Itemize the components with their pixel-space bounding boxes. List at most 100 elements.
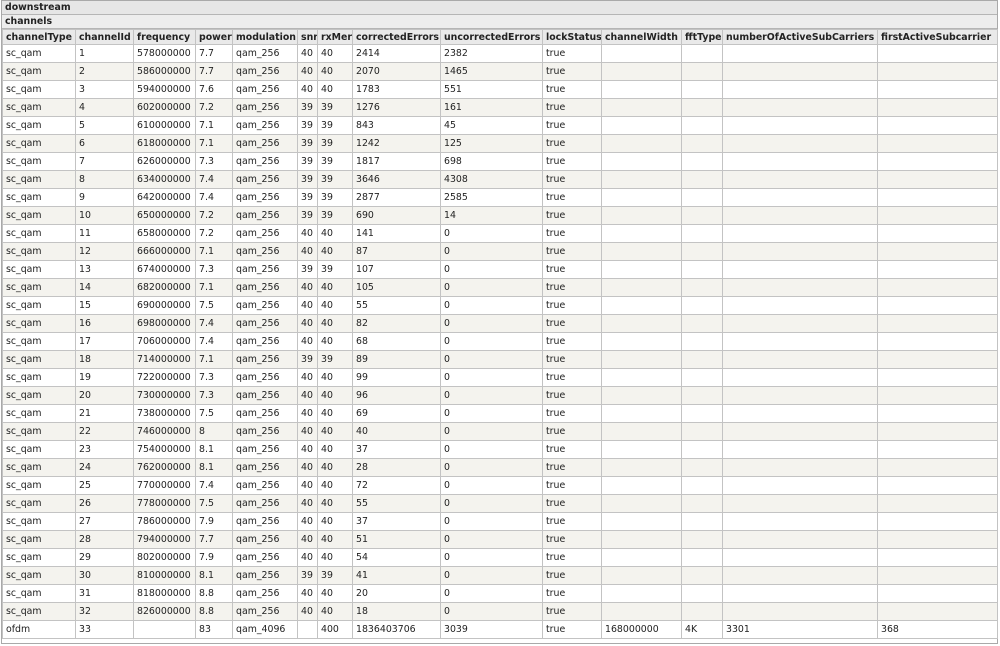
cell-firstActiveSubcarrier <box>877 80 998 99</box>
cell-modulation: qam_256 <box>232 512 298 531</box>
cell-channelType: sc_qam <box>2 62 76 81</box>
table-row[interactable]: sc_qam 25 770000000 7.4 qam_256 40 40 72 0 true <box>2 476 998 495</box>
table-row[interactable]: sc_qam 19 722000000 7.3 qam_256 40 40 99 0 true <box>2 368 998 387</box>
table-row[interactable]: sc_qam 30 810000000 8.1 qam_256 39 39 41 0 true <box>2 566 998 585</box>
table-row[interactable]: sc_qam 8 634000000 7.4 qam_256 39 39 3646 4308 tr… <box>2 170 998 189</box>
table-row[interactable]: sc_qam 22 746000000 8 qam_256 40 40 40 0 true <box>2 422 998 441</box>
col-header-modulation[interactable]: modulation <box>232 29 298 45</box>
col-header-correctedErrors[interactable]: correctedErrors <box>352 29 441 45</box>
table-row[interactable]: sc_qam 21 738000000 7.5 qam_256 40 40 69 0 true <box>2 404 998 423</box>
cell-modulation: qam_256 <box>232 332 298 351</box>
col-header-power[interactable]: power <box>195 29 233 45</box>
table-row[interactable]: sc_qam 4 602000000 7.2 qam_256 39 39 1276 161 tru… <box>2 98 998 117</box>
cell-channelType: sc_qam <box>2 296 76 315</box>
table-row[interactable]: sc_qam 18 714000000 7.1 qam_256 39 39 89 0 true <box>2 350 998 369</box>
table-row[interactable]: sc_qam 26 778000000 7.5 qam_256 40 40 55 0 true <box>2 494 998 513</box>
col-header-firstActiveSubcarrier[interactable]: firstActiveSubcarrier <box>877 29 998 45</box>
col-header-frequency[interactable]: frequency <box>133 29 196 45</box>
col-header-uncorrectedErrors[interactable]: uncorrectedErrors <box>440 29 543 45</box>
table-row[interactable]: sc_qam 28 794000000 7.7 qam_256 40 40 51 0 true <box>2 530 998 549</box>
table-row[interactable]: sc_qam 12 666000000 7.1 qam_256 40 40 87 0 true <box>2 242 998 261</box>
cell-power: 7.7 <box>195 44 233 63</box>
cell-firstActiveSubcarrier <box>877 314 998 333</box>
cell-channelWidth <box>601 44 682 63</box>
cell-fftType <box>681 224 723 243</box>
table-row[interactable]: sc_qam 10 650000000 7.2 qam_256 39 39 690 14 true <box>2 206 998 225</box>
col-header-channelType[interactable]: channelType <box>2 29 76 45</box>
cell-channelType: sc_qam <box>2 602 76 621</box>
col-header-snr[interactable]: snr <box>297 29 318 45</box>
table-row[interactable]: sc_qam 17 706000000 7.4 qam_256 40 40 68 0 true <box>2 332 998 351</box>
cell-rxMer: 39 <box>317 188 353 207</box>
cell-rxMer: 39 <box>317 350 353 369</box>
col-header-fftType[interactable]: fftType <box>681 29 723 45</box>
cell-rxMer: 39 <box>317 206 353 225</box>
table-row[interactable]: sc_qam 1 578000000 7.7 qam_256 40 40 2414 2382 tr… <box>2 44 998 63</box>
cell-correctedErrors: 105 <box>352 278 441 297</box>
cell-correctedErrors: 40 <box>352 422 441 441</box>
table-row[interactable]: sc_qam 31 818000000 8.8 qam_256 40 40 20 0 true <box>2 584 998 603</box>
cell-modulation: qam_256 <box>232 98 298 117</box>
subsection-title[interactable]: channels <box>2 15 997 29</box>
cell-rxMer: 40 <box>317 512 353 531</box>
cell-correctedErrors: 55 <box>352 494 441 513</box>
cell-firstActiveSubcarrier <box>877 98 998 117</box>
cell-snr: 40 <box>297 584 318 603</box>
cell-firstActiveSubcarrier <box>877 476 998 495</box>
cell-uncorrectedErrors: 0 <box>440 548 543 567</box>
table-row[interactable]: sc_qam 15 690000000 7.5 qam_256 40 40 55 0 true <box>2 296 998 315</box>
cell-rxMer: 40 <box>317 386 353 405</box>
col-header-rxMer[interactable]: rxMer <box>317 29 353 45</box>
table-row[interactable]: sc_qam 3 594000000 7.6 qam_256 40 40 1783 551 tru… <box>2 80 998 99</box>
cell-uncorrectedErrors: 0 <box>440 350 543 369</box>
cell-numberOfActiveSubCarriers <box>722 152 878 171</box>
cell-modulation: qam_256 <box>232 134 298 153</box>
table-row[interactable]: sc_qam 2 586000000 7.7 qam_256 40 40 2070 1465 tr… <box>2 62 998 81</box>
cell-modulation: qam_256 <box>232 440 298 459</box>
cell-modulation: qam_256 <box>232 476 298 495</box>
table-row[interactable]: sc_qam 20 730000000 7.3 qam_256 40 40 96 0 true <box>2 386 998 405</box>
table-row[interactable]: sc_qam 32 826000000 8.8 qam_256 40 40 18 0 true <box>2 602 998 621</box>
cell-channelType: sc_qam <box>2 188 76 207</box>
cell-channelWidth <box>601 260 682 279</box>
col-header-channelId[interactable]: channelId <box>75 29 134 45</box>
cell-channelWidth <box>601 188 682 207</box>
table-row[interactable]: sc_qam 29 802000000 7.9 qam_256 40 40 54 0 true <box>2 548 998 567</box>
table-row[interactable]: ofdm 33 83 qam_4096 400 1836403706 3039 true 168… <box>2 620 998 639</box>
cell-channelWidth <box>601 224 682 243</box>
table-row[interactable]: sc_qam 9 642000000 7.4 qam_256 39 39 2877 2585 tr… <box>2 188 998 207</box>
cell-uncorrectedErrors: 2585 <box>440 188 543 207</box>
cell-snr <box>297 620 318 639</box>
table-row[interactable]: sc_qam 11 658000000 7.2 qam_256 40 40 141 0 true <box>2 224 998 243</box>
section-title[interactable]: downstream <box>2 1 997 15</box>
cell-correctedErrors: 1783 <box>352 80 441 99</box>
cell-firstActiveSubcarrier <box>877 458 998 477</box>
table-row[interactable]: sc_qam 13 674000000 7.3 qam_256 39 39 107 0 true <box>2 260 998 279</box>
col-header-numberOfActiveSubCarriers[interactable]: numberOfActiveSubCarriers <box>722 29 878 45</box>
cell-frequency: 690000000 <box>133 296 196 315</box>
cell-modulation: qam_256 <box>232 314 298 333</box>
table-row[interactable]: sc_qam 6 618000000 7.1 qam_256 39 39 1242 125 tru… <box>2 134 998 153</box>
cell-rxMer: 400 <box>317 620 353 639</box>
table-row[interactable]: sc_qam 5 610000000 7.1 qam_256 39 39 843 45 true <box>2 116 998 135</box>
cell-lockStatus: true <box>542 314 602 333</box>
cell-snr: 39 <box>297 206 318 225</box>
table-row[interactable]: sc_qam 16 698000000 7.4 qam_256 40 40 82 0 true <box>2 314 998 333</box>
col-header-lockStatus[interactable]: lockStatus <box>542 29 602 45</box>
table-row[interactable]: sc_qam 27 786000000 7.9 qam_256 40 40 37 0 true <box>2 512 998 531</box>
cell-snr: 40 <box>297 224 318 243</box>
cell-frequency: 642000000 <box>133 188 196 207</box>
table-row[interactable]: sc_qam 23 754000000 8.1 qam_256 40 40 37 0 true <box>2 440 998 459</box>
col-header-channelWidth[interactable]: channelWidth <box>601 29 682 45</box>
table-row[interactable]: sc_qam 7 626000000 7.3 qam_256 39 39 1817 698 tru… <box>2 152 998 171</box>
cell-rxMer: 40 <box>317 278 353 297</box>
cell-numberOfActiveSubCarriers <box>722 296 878 315</box>
cell-fftType <box>681 584 723 603</box>
cell-numberOfActiveSubCarriers <box>722 512 878 531</box>
cell-channelWidth <box>601 530 682 549</box>
table-row[interactable]: sc_qam 24 762000000 8.1 qam_256 40 40 28 0 true <box>2 458 998 477</box>
cell-modulation: qam_256 <box>232 260 298 279</box>
cell-channelWidth <box>601 440 682 459</box>
table-row[interactable]: sc_qam 14 682000000 7.1 qam_256 40 40 105 0 true <box>2 278 998 297</box>
cell-uncorrectedErrors: 698 <box>440 152 543 171</box>
